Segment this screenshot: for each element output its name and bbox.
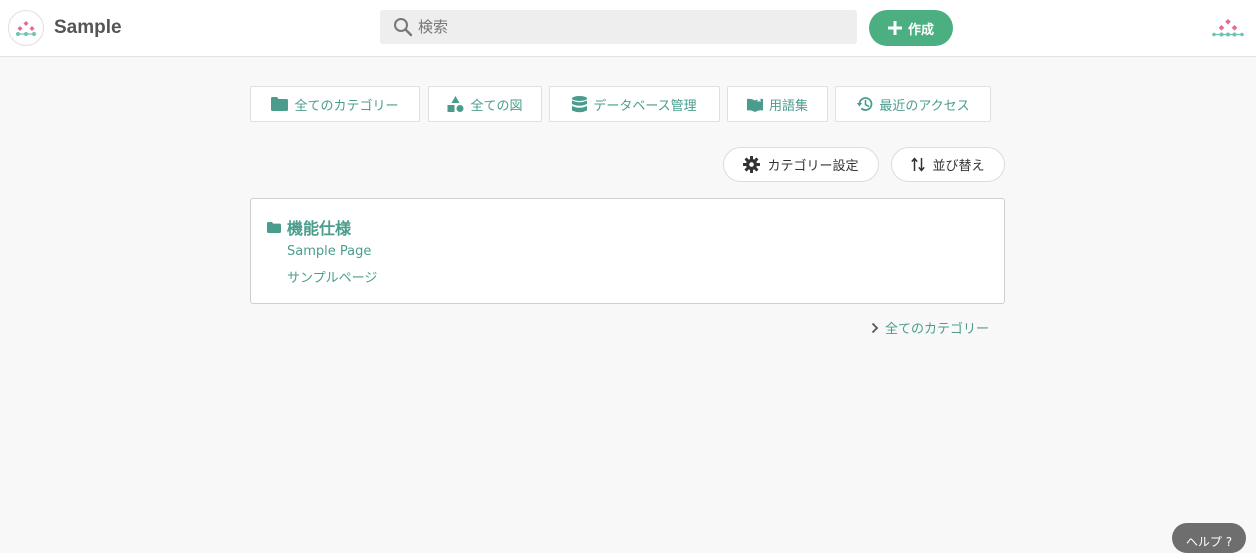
chevron-right-icon: [871, 322, 879, 333]
category-settings-button[interactable]: カテゴリー設定: [723, 147, 879, 182]
nav-database-management-label: データベース管理: [593, 98, 697, 114]
create-button[interactable]: 作成: [869, 10, 953, 46]
nav-recent-access-label: 最近のアクセス: [879, 98, 970, 114]
app-logo-icon[interactable]: [8, 10, 44, 46]
nav-all-categories-label: 全てのカテゴリー: [294, 98, 399, 114]
category-title-label: 機能仕様: [287, 219, 352, 238]
category-card: 機能仕様 Sample Page サンプルページ: [250, 198, 1005, 304]
plus-icon: [887, 21, 902, 35]
page-link[interactable]: サンプルページ: [287, 267, 377, 286]
book-icon: [746, 96, 763, 112]
nav-all-diagrams-label: 全ての図: [470, 98, 523, 114]
nav-all-diagrams[interactable]: 全ての図: [428, 86, 542, 122]
shapes-icon: [447, 96, 464, 112]
category-settings-label: カテゴリー設定: [767, 159, 859, 174]
app-title[interactable]: Sample: [54, 17, 122, 39]
search-input[interactable]: [418, 10, 848, 44]
help-button[interactable]: ヘルプ ?: [1172, 523, 1246, 553]
history-icon: [857, 97, 873, 111]
nav-recent-access[interactable]: 最近のアクセス: [835, 86, 991, 122]
sort-label: 並び替え: [932, 159, 985, 174]
folder-icon: [271, 97, 289, 111]
create-button-label: 作成: [907, 22, 934, 38]
search-icon: [394, 18, 413, 37]
nav-all-categories[interactable]: 全てのカテゴリー: [250, 86, 420, 122]
gear-icon: [743, 156, 761, 173]
search-bar[interactable]: [380, 10, 857, 44]
top-header: Sample 作成: [0, 0, 1256, 57]
sort-button[interactable]: 並び替え: [891, 147, 1005, 182]
all-categories-link[interactable]: 全てのカテゴリー: [871, 318, 989, 337]
sort-arrows-icon: [911, 157, 926, 172]
nav-database-management[interactable]: データベース管理: [549, 86, 720, 122]
category-title[interactable]: 機能仕様: [267, 215, 351, 239]
all-categories-link-label: 全てのカテゴリー: [885, 322, 990, 337]
nav-glossary-label: 用語集: [768, 98, 808, 114]
nav-glossary[interactable]: 用語集: [727, 86, 828, 122]
folder-icon: [267, 221, 281, 233]
page-link[interactable]: Sample Page: [287, 244, 371, 259]
database-icon: [572, 95, 588, 112]
user-avatar[interactable]: [1210, 10, 1246, 46]
